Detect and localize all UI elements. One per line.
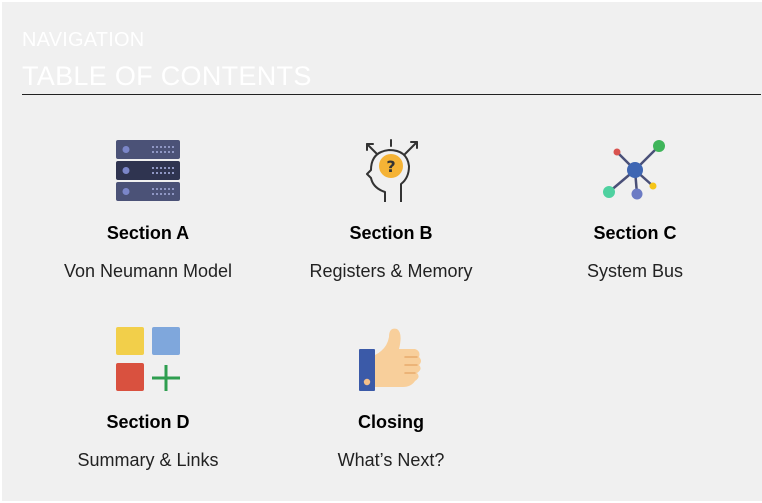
section-heading: Section A: [106, 223, 190, 243]
thumbs-up-icon: [359, 327, 423, 391]
network-icon: [603, 138, 667, 202]
navigation-label: NAVIGATION: [22, 29, 145, 51]
toc-card-closing[interactable]: Closing What’s Next?: [271, 327, 511, 487]
page-title: TABLE OF CONTENTS: [22, 61, 312, 91]
toc-card-section-c[interactable]: Section C System Bus: [515, 138, 755, 298]
section-subtitle: System Bus: [586, 261, 684, 281]
thinking-head-icon: ?: [359, 138, 423, 202]
title-divider: [22, 94, 761, 95]
section-subtitle: What’s Next?: [337, 450, 445, 470]
section-subtitle: Von Neumann Model: [63, 261, 233, 281]
section-heading: Section C: [593, 223, 677, 243]
server-icon: [116, 138, 180, 202]
section-heading: Section D: [106, 412, 190, 432]
toc-panel: NAVIGATION TABLE OF CONTENTS Section A V…: [2, 2, 762, 501]
section-heading: Section B: [349, 223, 433, 243]
section-subtitle: Summary & Links: [77, 450, 219, 470]
section-subtitle: Registers & Memory: [309, 261, 473, 281]
toc-card-section-b[interactable]: ? Section B Registers & Memory: [271, 138, 511, 298]
toc-card-section-a[interactable]: Section A Von Neumann Model: [28, 138, 268, 298]
toc-card-section-d[interactable]: Section D Summary & Links: [28, 327, 268, 487]
section-heading: Closing: [358, 412, 424, 432]
add-tiles-icon: [116, 327, 180, 391]
svg-text:?: ?: [386, 157, 395, 176]
